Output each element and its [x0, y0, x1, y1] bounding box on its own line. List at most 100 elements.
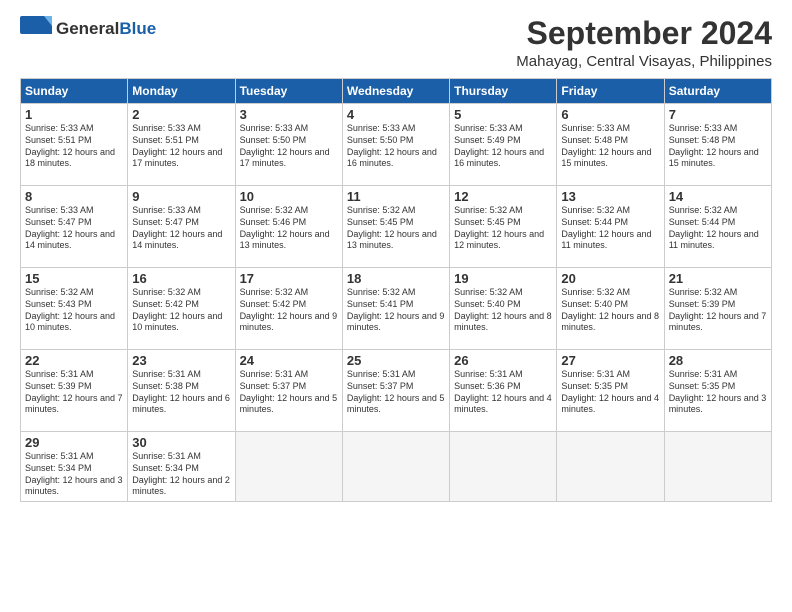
- table-row: 15 Sunrise: 5:32 AM Sunset: 5:43 PM Dayl…: [21, 268, 128, 350]
- cell-info: Sunrise: 5:31 AM Sunset: 5:34 PM Dayligh…: [25, 451, 123, 498]
- col-sunday: Sunday: [21, 79, 128, 104]
- table-row: 29 Sunrise: 5:31 AM Sunset: 5:34 PM Dayl…: [21, 432, 128, 502]
- cell-info: Sunrise: 5:32 AM Sunset: 5:46 PM Dayligh…: [240, 205, 338, 252]
- title-block: September 2024 Mahayag, Central Visayas,…: [516, 16, 772, 70]
- table-row: [664, 432, 771, 502]
- day-number: 16: [132, 271, 230, 286]
- cell-info: Sunrise: 5:32 AM Sunset: 5:43 PM Dayligh…: [25, 287, 123, 334]
- day-number: 8: [25, 189, 123, 204]
- table-row: 18 Sunrise: 5:32 AM Sunset: 5:41 PM Dayl…: [342, 268, 449, 350]
- day-number: 3: [240, 107, 338, 122]
- cell-info: Sunrise: 5:33 AM Sunset: 5:47 PM Dayligh…: [132, 205, 230, 252]
- table-row: 8 Sunrise: 5:33 AM Sunset: 5:47 PM Dayli…: [21, 186, 128, 268]
- calendar-table: Sunday Monday Tuesday Wednesday Thursday…: [20, 78, 772, 502]
- table-row: 19 Sunrise: 5:32 AM Sunset: 5:40 PM Dayl…: [450, 268, 557, 350]
- day-number: 14: [669, 189, 767, 204]
- table-row: [557, 432, 664, 502]
- day-number: 2: [132, 107, 230, 122]
- table-row: 17 Sunrise: 5:32 AM Sunset: 5:42 PM Dayl…: [235, 268, 342, 350]
- cell-info: Sunrise: 5:33 AM Sunset: 5:49 PM Dayligh…: [454, 123, 552, 170]
- table-row: 24 Sunrise: 5:31 AM Sunset: 5:37 PM Dayl…: [235, 350, 342, 432]
- cell-info: Sunrise: 5:33 AM Sunset: 5:50 PM Dayligh…: [240, 123, 338, 170]
- logo-general: General: [56, 19, 119, 38]
- cell-info: Sunrise: 5:32 AM Sunset: 5:45 PM Dayligh…: [347, 205, 445, 252]
- cell-info: Sunrise: 5:31 AM Sunset: 5:35 PM Dayligh…: [561, 369, 659, 416]
- cell-info: Sunrise: 5:31 AM Sunset: 5:37 PM Dayligh…: [347, 369, 445, 416]
- cell-info: Sunrise: 5:32 AM Sunset: 5:45 PM Dayligh…: [454, 205, 552, 252]
- table-row: 1 Sunrise: 5:33 AM Sunset: 5:51 PM Dayli…: [21, 104, 128, 186]
- day-number: 24: [240, 353, 338, 368]
- cell-info: Sunrise: 5:31 AM Sunset: 5:39 PM Dayligh…: [25, 369, 123, 416]
- cell-info: Sunrise: 5:33 AM Sunset: 5:48 PM Dayligh…: [669, 123, 767, 170]
- table-row: 14 Sunrise: 5:32 AM Sunset: 5:44 PM Dayl…: [664, 186, 771, 268]
- table-row: 6 Sunrise: 5:33 AM Sunset: 5:48 PM Dayli…: [557, 104, 664, 186]
- cell-info: Sunrise: 5:33 AM Sunset: 5:51 PM Dayligh…: [25, 123, 123, 170]
- table-row: 7 Sunrise: 5:33 AM Sunset: 5:48 PM Dayli…: [664, 104, 771, 186]
- day-number: 26: [454, 353, 552, 368]
- cell-info: Sunrise: 5:32 AM Sunset: 5:44 PM Dayligh…: [561, 205, 659, 252]
- col-friday: Friday: [557, 79, 664, 104]
- day-number: 21: [669, 271, 767, 286]
- cell-info: Sunrise: 5:31 AM Sunset: 5:37 PM Dayligh…: [240, 369, 338, 416]
- cell-info: Sunrise: 5:33 AM Sunset: 5:50 PM Dayligh…: [347, 123, 445, 170]
- logo-icon: [20, 16, 52, 42]
- day-number: 6: [561, 107, 659, 122]
- day-number: 4: [347, 107, 445, 122]
- table-row: 11 Sunrise: 5:32 AM Sunset: 5:45 PM Dayl…: [342, 186, 449, 268]
- col-monday: Monday: [128, 79, 235, 104]
- day-number: 29: [25, 435, 123, 450]
- table-row: 5 Sunrise: 5:33 AM Sunset: 5:49 PM Dayli…: [450, 104, 557, 186]
- day-number: 9: [132, 189, 230, 204]
- table-row: 2 Sunrise: 5:33 AM Sunset: 5:51 PM Dayli…: [128, 104, 235, 186]
- col-wednesday: Wednesday: [342, 79, 449, 104]
- col-thursday: Thursday: [450, 79, 557, 104]
- table-row: 12 Sunrise: 5:32 AM Sunset: 5:45 PM Dayl…: [450, 186, 557, 268]
- table-row: 27 Sunrise: 5:31 AM Sunset: 5:35 PM Dayl…: [557, 350, 664, 432]
- table-row: 21 Sunrise: 5:32 AM Sunset: 5:39 PM Dayl…: [664, 268, 771, 350]
- cell-info: Sunrise: 5:32 AM Sunset: 5:41 PM Dayligh…: [347, 287, 445, 334]
- day-number: 1: [25, 107, 123, 122]
- day-number: 30: [132, 435, 230, 450]
- table-row: 25 Sunrise: 5:31 AM Sunset: 5:37 PM Dayl…: [342, 350, 449, 432]
- col-tuesday: Tuesday: [235, 79, 342, 104]
- day-number: 19: [454, 271, 552, 286]
- day-number: 18: [347, 271, 445, 286]
- day-number: 5: [454, 107, 552, 122]
- cell-info: Sunrise: 5:33 AM Sunset: 5:48 PM Dayligh…: [561, 123, 659, 170]
- day-number: 23: [132, 353, 230, 368]
- day-number: 22: [25, 353, 123, 368]
- cell-info: Sunrise: 5:31 AM Sunset: 5:34 PM Dayligh…: [132, 451, 230, 498]
- day-number: 25: [347, 353, 445, 368]
- day-number: 15: [25, 271, 123, 286]
- table-row: [450, 432, 557, 502]
- cell-info: Sunrise: 5:31 AM Sunset: 5:38 PM Dayligh…: [132, 369, 230, 416]
- day-number: 10: [240, 189, 338, 204]
- day-number: 7: [669, 107, 767, 122]
- cell-info: Sunrise: 5:33 AM Sunset: 5:51 PM Dayligh…: [132, 123, 230, 170]
- table-row: [342, 432, 449, 502]
- table-row: 13 Sunrise: 5:32 AM Sunset: 5:44 PM Dayl…: [557, 186, 664, 268]
- day-number: 13: [561, 189, 659, 204]
- cell-info: Sunrise: 5:32 AM Sunset: 5:44 PM Dayligh…: [669, 205, 767, 252]
- table-row: 23 Sunrise: 5:31 AM Sunset: 5:38 PM Dayl…: [128, 350, 235, 432]
- table-row: 22 Sunrise: 5:31 AM Sunset: 5:39 PM Dayl…: [21, 350, 128, 432]
- table-row: 26 Sunrise: 5:31 AM Sunset: 5:36 PM Dayl…: [450, 350, 557, 432]
- table-row: 10 Sunrise: 5:32 AM Sunset: 5:46 PM Dayl…: [235, 186, 342, 268]
- table-row: 16 Sunrise: 5:32 AM Sunset: 5:42 PM Dayl…: [128, 268, 235, 350]
- cell-info: Sunrise: 5:32 AM Sunset: 5:42 PM Dayligh…: [132, 287, 230, 334]
- cell-info: Sunrise: 5:31 AM Sunset: 5:36 PM Dayligh…: [454, 369, 552, 416]
- cell-info: Sunrise: 5:32 AM Sunset: 5:42 PM Dayligh…: [240, 287, 338, 334]
- logo: GeneralBlue: [20, 16, 156, 42]
- cell-info: Sunrise: 5:33 AM Sunset: 5:47 PM Dayligh…: [25, 205, 123, 252]
- logo-blue: Blue: [119, 19, 156, 38]
- day-number: 17: [240, 271, 338, 286]
- day-number: 11: [347, 189, 445, 204]
- table-row: 4 Sunrise: 5:33 AM Sunset: 5:50 PM Dayli…: [342, 104, 449, 186]
- cell-info: Sunrise: 5:31 AM Sunset: 5:35 PM Dayligh…: [669, 369, 767, 416]
- month-title: September 2024: [516, 16, 772, 51]
- table-row: 3 Sunrise: 5:33 AM Sunset: 5:50 PM Dayli…: [235, 104, 342, 186]
- day-number: 27: [561, 353, 659, 368]
- col-saturday: Saturday: [664, 79, 771, 104]
- day-number: 12: [454, 189, 552, 204]
- page: GeneralBlue September 2024 Mahayag, Cent…: [0, 0, 792, 612]
